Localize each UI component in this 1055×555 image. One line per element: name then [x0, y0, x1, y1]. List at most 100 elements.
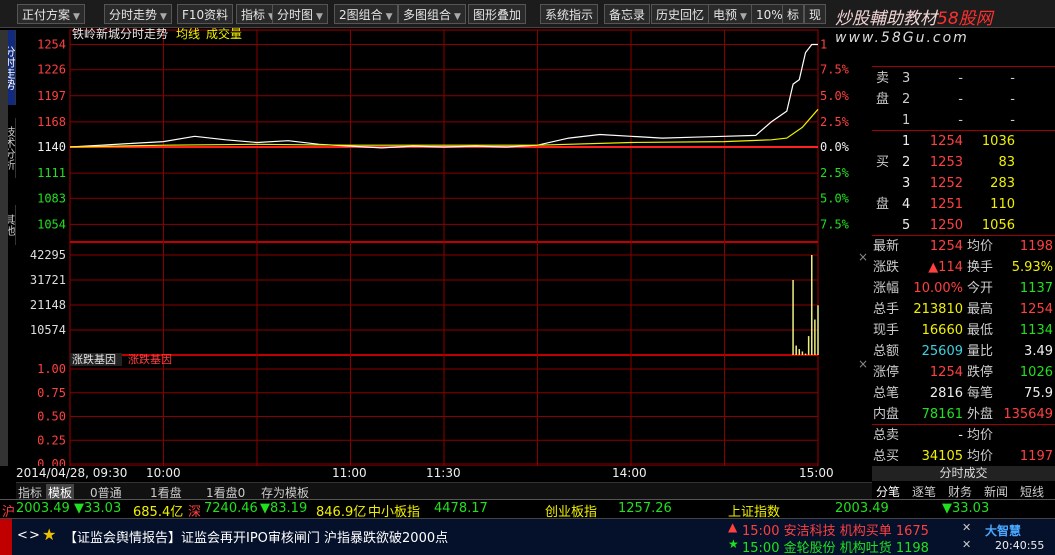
stat-label: 总卖: [873, 428, 900, 443]
buy-label: 买: [876, 155, 890, 170]
sell-label: 盘: [876, 92, 890, 107]
dropdown-arrow-icon: ▼: [454, 12, 461, 22]
ticker-cy-value: 1257.26: [618, 501, 672, 516]
app-logo: 大智慧: [985, 524, 1022, 538]
stat-value: 1254: [929, 239, 963, 254]
stat-row: 总额 25609 量比 3.49: [872, 341, 1055, 362]
menu-item-label: 图形叠加: [473, 8, 522, 22]
stat-label: 总笔: [873, 386, 900, 401]
alert-2[interactable]: 15:00 金轮股份 机构吐货 1198: [742, 537, 929, 555]
menu-item-label: 正付方案: [22, 8, 71, 22]
stat-value-2: 1254: [1019, 302, 1053, 317]
stat-label-2: 最高: [967, 302, 994, 317]
index-ticker: 沪 2003.49 ▼33.03 685.4亿 深 7240.46 ▼83.19…: [0, 499, 1055, 520]
prev-news-icon[interactable]: <: [17, 528, 28, 543]
dropdown-arrow-icon: ▼: [160, 12, 167, 22]
price-tick: 1054: [37, 217, 66, 231]
stat-row: 总买 34105 均价 1197: [872, 446, 1055, 467]
menu-item-14[interactable]: 现: [804, 4, 827, 24]
watermark-text: 炒股輔助教材58股网: [835, 9, 993, 29]
dropdown-arrow-icon: ▼: [740, 12, 747, 22]
volume-tick: 21148: [30, 298, 66, 312]
stat-label: 总买: [873, 449, 900, 464]
ticker-index-value: 2003.49: [835, 501, 889, 516]
next-news-icon[interactable]: >: [29, 528, 40, 543]
close-indicator-icon[interactable]: ×: [858, 357, 868, 371]
tab-finance[interactable]: 财务: [948, 483, 972, 500]
buy-row: 买 2 1253 83: [872, 152, 1055, 173]
menu-item-label: 电预: [713, 8, 738, 22]
stat-label: 内盘: [873, 407, 900, 422]
menu-item-8[interactable]: 系统指示: [540, 4, 599, 24]
intraday-chart[interactable]: 1254 1 1226 7.5% 1197 5.0% 1168 2.5% 1140 0.0% 111…: [0, 28, 872, 466]
sell-price: -: [958, 113, 963, 128]
indicator-tick: 0.25: [37, 433, 66, 447]
buy-row: 3 1252 283: [872, 173, 1055, 194]
news-headline[interactable]: 【证监会舆情报告】证监会再开IPO审核闸门 沪指暴跌欲破2000点: [64, 527, 448, 546]
menu-item-2[interactable]: F10资料: [177, 4, 234, 24]
menu-item-0[interactable]: 正付方案 ▼: [17, 4, 85, 24]
star-icon: ★: [42, 525, 57, 544]
stat-value: 1254: [929, 365, 963, 380]
sell-label: 卖: [876, 71, 890, 86]
legend-avg: 均线: [176, 28, 200, 41]
buy-volume: 1036: [981, 134, 1015, 149]
menu-item-6[interactable]: 多图组合 ▼: [398, 4, 466, 24]
quote-separator: [872, 130, 1055, 131]
stat-label: 最新: [873, 239, 900, 254]
dropdown-arrow-icon: ▼: [385, 12, 393, 22]
menu-item-label: 系统指示: [545, 8, 594, 22]
quote-separator: [872, 424, 1055, 425]
sell-volume: -: [1010, 113, 1015, 128]
stat-label: 总额: [873, 344, 900, 359]
menu-item-10[interactable]: 历史回忆: [651, 4, 710, 24]
stat-label: 涨停: [873, 365, 900, 380]
stat-value-2: 1137: [1019, 281, 1053, 296]
tab-news[interactable]: 新闻: [984, 483, 1008, 500]
menu-item-9[interactable]: 备忘录: [604, 4, 651, 24]
stat-value-2: 1198: [1019, 239, 1053, 254]
menu-item-label: 多图组合: [403, 8, 452, 22]
buy-level: 3: [902, 176, 911, 191]
menu-item-label: 10%: [756, 8, 783, 22]
close-alert-1-icon[interactable]: ✕: [962, 521, 971, 534]
stat-value: 25609: [921, 344, 963, 359]
quote-panel: 卖 3- - 盘 2- -1- -1 1254 1036 买 2 1253 83 3 1252 283 盘 4 12…: [872, 28, 1055, 482]
chart-title: 铁岭新城分时走势: [72, 28, 168, 41]
ticker-sz-value: 7240.46: [204, 501, 258, 516]
menu-item-5[interactable]: 2图组合 ▼: [334, 4, 398, 24]
menu-item-4[interactable]: 分时图 ▼: [272, 4, 328, 24]
buy-level: 2: [902, 155, 911, 170]
indicator-tick: 1.00: [37, 362, 66, 376]
menu-item-1[interactable]: 分时走势 ▼: [104, 4, 172, 24]
buy-volume: 1056: [981, 218, 1015, 233]
stat-value-2: 135649: [1003, 407, 1053, 422]
tab-trades[interactable]: 逐笔: [912, 483, 936, 500]
tab-shortline[interactable]: 短线: [1020, 483, 1044, 500]
stat-label-2: 今开: [967, 281, 994, 296]
pct-tick: 5.0%: [820, 89, 850, 103]
indicator-tab[interactable]: 涨跌基因: [128, 352, 172, 366]
stat-label-2: 均价: [967, 239, 994, 254]
stat-value: 78161: [921, 407, 963, 422]
ticker-sh-value: 2003.49: [16, 501, 70, 516]
stat-row: 总笔 2816 每笔 75.9: [872, 383, 1055, 404]
ticker-sh-change: ▼33.03: [74, 501, 122, 516]
stat-value: 10.00%: [913, 281, 963, 296]
news-bar: < > ★ 【证监会舆情报告】证监会再开IPO审核闸门 沪指暴跌欲破2000点 …: [0, 518, 1055, 555]
menu-item-label: F10资料: [182, 8, 229, 22]
menu-item-7[interactable]: 图形叠加: [468, 4, 527, 24]
ticker-zx-value: 4478.17: [434, 501, 488, 516]
menu-item-11[interactable]: 电预 ▼: [708, 4, 752, 24]
tick-trades-header[interactable]: 分时成交: [872, 466, 1055, 481]
menu-item-label: 历史回忆: [656, 8, 705, 22]
sell-price: -: [958, 71, 963, 86]
stat-label-2: 跌停: [967, 365, 994, 380]
buy-price: 1253: [929, 155, 963, 170]
close-alert-2-icon[interactable]: ✕: [962, 538, 971, 551]
stat-label-2: 量比: [967, 344, 994, 359]
menu-item-13[interactable]: 标: [782, 4, 805, 24]
close-volume-icon[interactable]: ×: [858, 250, 868, 264]
stat-label-2: 均价: [967, 428, 994, 443]
stat-label-2: 均价: [967, 449, 994, 464]
